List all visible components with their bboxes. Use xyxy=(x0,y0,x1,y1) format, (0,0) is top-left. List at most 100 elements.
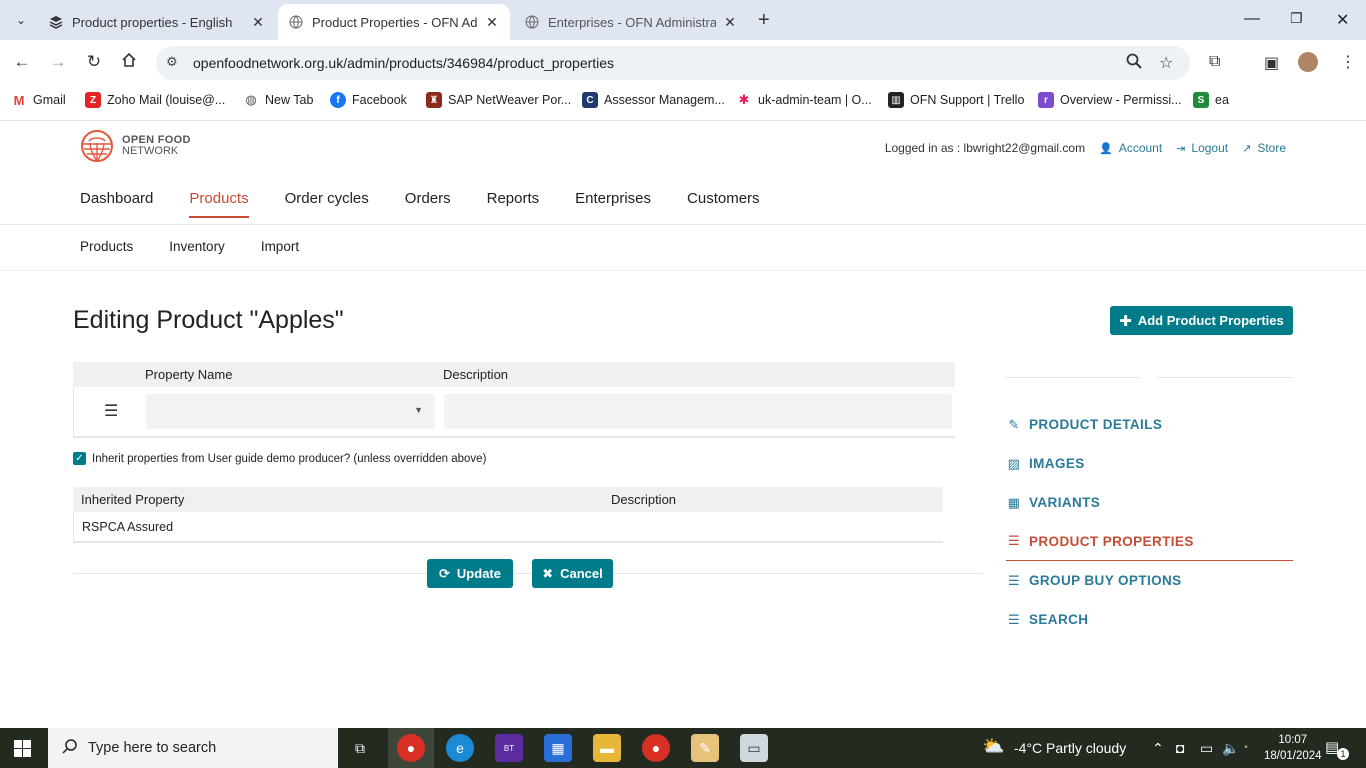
weather-icon[interactable]: ⛅ xyxy=(982,736,1004,757)
menu-dots-icon[interactable]: ⋮ xyxy=(1340,52,1356,72)
weather-text[interactable]: -4°C Partly cloudy xyxy=(1014,740,1126,756)
inherited-property-value: RSPCA Assured xyxy=(82,520,174,534)
globe-icon xyxy=(524,14,540,30)
sidepanel-icon[interactable]: ▣ xyxy=(1264,53,1279,73)
bookmark-zoho[interactable]: Z Zoho Mail (louise@... xyxy=(85,92,225,108)
back-button[interactable]: ← xyxy=(11,52,33,72)
nav-customers[interactable]: Customers xyxy=(687,190,760,218)
bookmark-ea[interactable]: Sea xyxy=(1193,92,1229,108)
subnav-import[interactable]: Import xyxy=(261,239,299,254)
file-explorer-icon[interactable]: ▬ xyxy=(593,734,621,762)
table-header: Property Name Description xyxy=(73,362,955,387)
bookmark-star-icon[interactable]: ☆ xyxy=(1159,53,1173,73)
nav-enterprises[interactable]: Enterprises xyxy=(575,190,651,218)
facebook-icon: f xyxy=(330,92,346,108)
form-actions-divider xyxy=(73,573,983,574)
chevron-down-icon: ▼ xyxy=(414,405,423,415)
taskbar-search-input[interactable]: Type here to search xyxy=(48,728,338,768)
bookmark-sap[interactable]: ♜ SAP NetWeaver Por... xyxy=(426,92,571,108)
tab-product-properties-ofn[interactable]: Product Properties - OFN Admin ✕ xyxy=(278,4,510,40)
new-tab-button[interactable]: + xyxy=(758,10,770,30)
sidemenu-variants[interactable]: ▦ VARIANTS xyxy=(1006,483,1293,522)
bt-sport-icon[interactable]: BT xyxy=(495,734,523,762)
nav-products[interactable]: Products xyxy=(189,190,249,218)
bookmark-gmail[interactable]: M Gmail xyxy=(11,92,66,108)
table-header: Inherited Property Description xyxy=(73,487,943,512)
description-input[interactable] xyxy=(444,394,952,429)
inherit-checkbox-row: ✓ Inherit properties from User guide dem… xyxy=(73,452,486,465)
sidemenu-images[interactable]: ▨ IMAGES xyxy=(1006,444,1293,483)
inherit-checkbox[interactable]: ✓ xyxy=(73,452,86,465)
sidemenu-search[interactable]: ☰ SEARCH xyxy=(1006,600,1293,639)
nav-dashboard[interactable]: Dashboard xyxy=(80,190,153,218)
reload-button[interactable]: ↻ xyxy=(83,52,105,72)
extensions-icon[interactable]: ⧉ xyxy=(1209,53,1220,71)
bookmark-overview[interactable]: r Overview - Permissi... xyxy=(1038,92,1182,108)
trello-icon: ▥ xyxy=(888,92,904,108)
zoom-icon[interactable] xyxy=(1126,53,1142,74)
windows-start-icon[interactable] xyxy=(14,740,31,762)
tab-search-button[interactable]: ⌄ xyxy=(8,7,34,33)
forward-button[interactable]: → xyxy=(47,52,69,72)
sidemenu-product-properties[interactable]: ☰ PRODUCT PROPERTIES xyxy=(1006,522,1293,561)
table-row: ☰ ▼ xyxy=(73,387,955,438)
account-link[interactable]: 👤 Account xyxy=(1099,141,1162,155)
sidemenu-product-details[interactable]: ✎ PRODUCT DETAILS xyxy=(1006,405,1293,444)
subnav-divider xyxy=(0,270,1366,271)
user-icon: 👤 xyxy=(1099,142,1113,155)
home-button[interactable] xyxy=(118,52,140,73)
restore-button[interactable]: ❐ xyxy=(1290,10,1303,27)
sidemenu-group-buy-options[interactable]: ☰ GROUP BUY OPTIONS xyxy=(1006,561,1293,600)
profile-avatar[interactable] xyxy=(1298,52,1318,72)
subnav-inventory[interactable]: Inventory xyxy=(169,239,225,254)
omnibox[interactable]: ⚙ openfoodnetwork.org.uk/admin/products/… xyxy=(156,46,1190,80)
edge-icon[interactable]: e xyxy=(446,734,474,762)
task-view-icon[interactable]: ⧉ xyxy=(346,734,374,762)
minimize-button[interactable]: — xyxy=(1244,10,1260,28)
drag-handle-icon[interactable]: ☰ xyxy=(104,401,118,421)
close-tab-icon[interactable]: ✕ xyxy=(250,14,266,31)
paint-icon[interactable]: ✎ xyxy=(691,734,719,762)
windows-taskbar: Type here to search ⧉ ● e BT ▦ ▬ ● ✎ ▭ ⛅… xyxy=(0,728,1366,768)
sidemenu-divider xyxy=(1158,377,1293,378)
close-window-button[interactable]: ✕ xyxy=(1336,10,1349,30)
tab-product-properties-english[interactable]: Product properties - English ✕ xyxy=(38,4,276,40)
close-tab-icon[interactable]: ✕ xyxy=(722,14,738,31)
battery-icon[interactable]: ▭ xyxy=(1200,740,1213,757)
language-icon[interactable]: ᐩ xyxy=(1244,744,1248,755)
ofn-logo[interactable]: OPEN FOOD NETWORK xyxy=(80,129,191,163)
store-link[interactable]: ↗ Store xyxy=(1242,141,1286,155)
logout-link[interactable]: ⇥ Logout xyxy=(1176,141,1228,155)
globe-icon xyxy=(288,14,304,30)
bookmark-new-tab[interactable]: ◍ New Tab xyxy=(243,92,313,108)
nav-order-cycles[interactable]: Order cycles xyxy=(285,190,369,218)
property-name-select[interactable]: ▼ xyxy=(146,394,435,429)
plus-icon: ✚ xyxy=(1119,312,1132,330)
chrome-profile-icon[interactable]: ● xyxy=(642,734,670,762)
tab-enterprises-ofn[interactable]: Enterprises - OFN Administratio ✕ xyxy=(514,4,748,40)
clock[interactable]: 10:07 18/01/2024 xyxy=(1264,732,1322,764)
chrome-icon[interactable]: ● xyxy=(397,734,425,762)
bookmark-trello[interactable]: ▥ OFN Support | Trello xyxy=(888,92,1024,108)
tab-title: Product Properties - OFN Admin xyxy=(312,14,478,30)
bookmark-facebook[interactable]: f Facebook xyxy=(330,92,407,108)
update-button[interactable]: ⟳ Update xyxy=(427,559,513,588)
col-inherited-property: Inherited Property xyxy=(81,492,185,507)
bookmark-slack[interactable]: ✱ uk-admin-team | O... xyxy=(736,92,872,108)
remote-desktop-icon[interactable]: ▭ xyxy=(740,734,768,762)
site-info-icon[interactable]: ⚙ xyxy=(166,54,178,70)
meet-icon[interactable]: ◘ xyxy=(1176,740,1184,756)
subnav-products[interactable]: Products xyxy=(80,239,133,254)
layers-icon xyxy=(48,14,64,30)
c-icon: C xyxy=(582,92,598,108)
close-tab-icon[interactable]: ✕ xyxy=(484,14,500,31)
add-product-properties-button[interactable]: ✚ Add Product Properties xyxy=(1110,306,1293,335)
nav-orders[interactable]: Orders xyxy=(405,190,451,218)
nav-divider xyxy=(0,224,1366,225)
cancel-button[interactable]: ✖ Cancel xyxy=(532,559,613,588)
store-icon[interactable]: ▦ xyxy=(544,734,572,762)
bookmark-assessor[interactable]: C Assessor Managem... xyxy=(582,92,725,108)
volume-icon[interactable]: 🔈 xyxy=(1222,740,1239,757)
chevron-up-icon[interactable]: ⌃ xyxy=(1152,740,1164,757)
nav-reports[interactable]: Reports xyxy=(487,190,540,218)
